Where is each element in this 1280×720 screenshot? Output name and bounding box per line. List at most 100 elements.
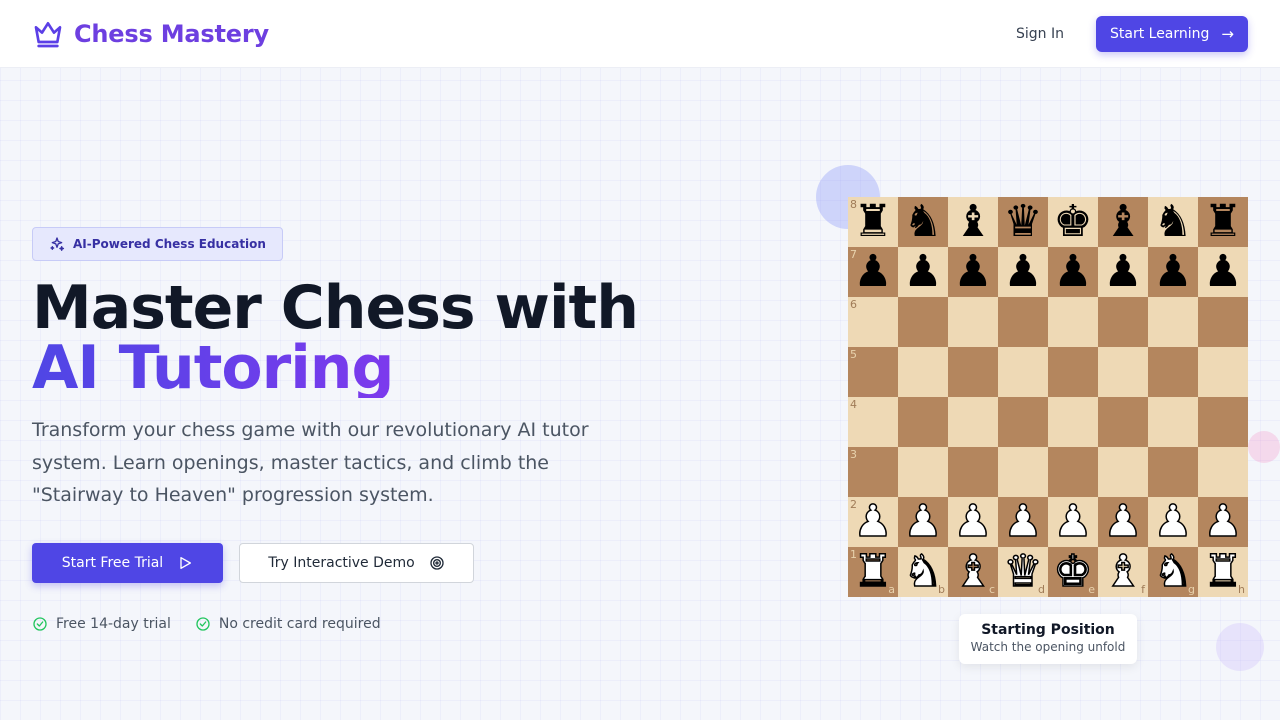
square-h3[interactable] [1198,447,1248,497]
square-g1[interactable]: g ♞ [1148,546,1198,598]
black-pawn-icon[interactable]: ♟ [903,247,942,297]
white-pawn-icon[interactable]: ♟ [903,496,944,548]
black-bishop-icon[interactable]: ♝ [953,197,992,247]
square-f6[interactable] [1098,297,1148,347]
square-g6[interactable] [1148,297,1198,347]
black-queen-icon[interactable]: ♛ [1003,197,1042,247]
square-e5[interactable] [1048,347,1098,397]
square-e1[interactable]: e ♚ [1048,546,1098,598]
white-knight-icon[interactable]: ♞ [1153,546,1194,598]
square-c8[interactable]: ♝ [948,197,998,247]
black-pawn-icon[interactable]: ♟ [853,247,892,297]
white-rook-icon[interactable]: ♜ [853,546,894,598]
white-bishop-icon[interactable]: ♝ [1103,546,1144,598]
square-g4[interactable] [1148,397,1198,447]
brand[interactable]: Chess Mastery [32,18,269,50]
square-a5[interactable]: 5 [848,347,898,397]
black-knight-icon[interactable]: ♞ [903,197,942,247]
square-h6[interactable] [1198,297,1248,347]
square-b4[interactable] [898,397,948,447]
square-c2[interactable]: ♟ [948,496,998,548]
black-king-icon[interactable]: ♚ [1053,197,1092,247]
square-h1[interactable]: h ♜ [1198,546,1248,598]
white-pawn-icon[interactable]: ♟ [1153,496,1194,548]
square-g3[interactable] [1148,447,1198,497]
square-f4[interactable] [1098,397,1148,447]
square-b7[interactable]: ♟ [898,247,948,297]
square-b3[interactable] [898,447,948,497]
black-knight-icon[interactable]: ♞ [1153,197,1192,247]
square-d5[interactable] [998,347,1048,397]
square-a8[interactable]: 8 ♜ [848,197,898,247]
start-free-trial-button[interactable]: Start Free Trial [32,543,223,583]
white-pawn-icon[interactable]: ♟ [1003,496,1044,548]
square-b5[interactable] [898,347,948,397]
white-queen-icon[interactable]: ♛ [1003,546,1044,598]
square-f5[interactable] [1098,347,1148,397]
square-e8[interactable]: ♚ [1048,197,1098,247]
square-g5[interactable] [1148,347,1198,397]
black-pawn-icon[interactable]: ♟ [1053,247,1092,297]
square-b6[interactable] [898,297,948,347]
square-c3[interactable] [948,447,998,497]
square-c4[interactable] [948,397,998,447]
square-a6[interactable]: 6 [848,297,898,347]
square-d8[interactable]: ♛ [998,197,1048,247]
white-rook-icon[interactable]: ♜ [1203,546,1244,598]
interactive-demo-button[interactable]: Try Interactive Demo [239,543,474,583]
black-pawn-icon[interactable]: ♟ [1003,247,1042,297]
black-bishop-icon[interactable]: ♝ [1103,197,1142,247]
square-c5[interactable] [948,347,998,397]
square-g8[interactable]: ♞ [1148,197,1198,247]
black-pawn-icon[interactable]: ♟ [1103,247,1142,297]
square-b2[interactable]: ♟ [898,496,948,548]
square-b1[interactable]: b ♞ [898,546,948,598]
chess-board[interactable]: 8 ♜ ♞ ♝ ♛ ♚ ♝ ♞ ♜ 7 ♟ ♟ ♟ ♟ ♟ ♟ ♟ ♟ 6 5 4 3 2 ♟ ♟ ♟ ♟ ♟ ♟ ♟ ♟ 1 a ♜ b ♞ c ♝ d ♛… [848,197,1248,597]
square-d1[interactable]: d ♛ [998,546,1048,598]
square-a4[interactable]: 4 [848,397,898,447]
square-d2[interactable]: ♟ [998,496,1048,548]
square-h5[interactable] [1198,347,1248,397]
black-pawn-icon[interactable]: ♟ [1203,247,1242,297]
square-a1[interactable]: 1 a ♜ [848,546,898,598]
black-pawn-icon[interactable]: ♟ [1153,247,1192,297]
square-c6[interactable] [948,297,998,347]
square-g7[interactable]: ♟ [1148,247,1198,297]
square-a7[interactable]: 7 ♟ [848,247,898,297]
white-pawn-icon[interactable]: ♟ [1203,496,1244,548]
square-g2[interactable]: ♟ [1148,496,1198,548]
black-rook-icon[interactable]: ♜ [853,197,892,247]
square-e4[interactable] [1048,397,1098,447]
square-b8[interactable]: ♞ [898,197,948,247]
start-learning-button[interactable]: Start Learning → [1095,15,1248,52]
square-f3[interactable] [1098,447,1148,497]
square-c1[interactable]: c ♝ [948,546,998,598]
square-e7[interactable]: ♟ [1048,247,1098,297]
white-pawn-icon[interactable]: ♟ [1053,496,1094,548]
square-d6[interactable] [998,297,1048,347]
white-king-icon[interactable]: ♚ [1053,546,1094,598]
square-h7[interactable]: ♟ [1198,247,1248,297]
white-pawn-icon[interactable]: ♟ [1103,496,1144,548]
white-knight-icon[interactable]: ♞ [903,546,944,598]
square-d4[interactable] [998,397,1048,447]
square-h4[interactable] [1198,397,1248,447]
square-c7[interactable]: ♟ [948,247,998,297]
black-rook-icon[interactable]: ♜ [1203,197,1242,247]
square-a2[interactable]: 2 ♟ [848,496,898,548]
square-a3[interactable]: 3 [848,447,898,497]
square-f1[interactable]: f ♝ [1098,546,1148,598]
square-e6[interactable] [1048,297,1098,347]
black-pawn-icon[interactable]: ♟ [953,247,992,297]
square-h2[interactable]: ♟ [1198,496,1248,548]
square-f8[interactable]: ♝ [1098,197,1148,247]
square-e2[interactable]: ♟ [1048,496,1098,548]
white-bishop-icon[interactable]: ♝ [953,546,994,598]
sign-in-link[interactable]: Sign In [1016,26,1064,42]
square-h8[interactable]: ♜ [1198,197,1248,247]
white-pawn-icon[interactable]: ♟ [853,496,894,548]
square-d7[interactable]: ♟ [998,247,1048,297]
square-f7[interactable]: ♟ [1098,247,1148,297]
square-e3[interactable] [1048,447,1098,497]
white-pawn-icon[interactable]: ♟ [953,496,994,548]
